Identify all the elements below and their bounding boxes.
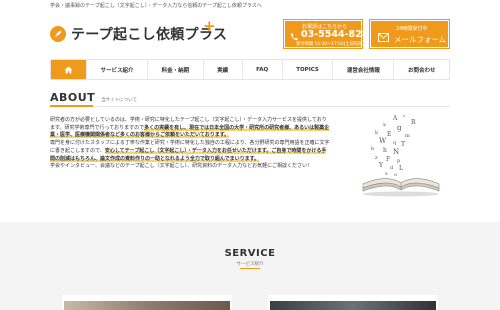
- about-highlight-3: 論文作成の資料作りの一助となれるよう全力で取り組んでまいります。: [100, 155, 260, 162]
- site-logo[interactable]: テープ起こし依頼プラス +: [50, 19, 227, 44]
- svg-text:E: E: [387, 131, 391, 138]
- service-card-2[interactable]: [268, 295, 438, 310]
- svg-text:q: q: [393, 140, 397, 146]
- service-accent-line: [240, 268, 260, 269]
- nav-home[interactable]: [51, 60, 87, 79]
- svg-text:Y: Y: [378, 162, 384, 169]
- svg-text:A: A: [392, 115, 398, 122]
- mail-label: 24時間受付中: [396, 26, 428, 32]
- svg-text:k: k: [375, 130, 379, 136]
- svg-text:x: x: [383, 122, 386, 128]
- nav-service[interactable]: サービス紹介: [87, 60, 149, 79]
- svg-text:p: p: [397, 158, 400, 164]
- service-card-image-1: [64, 301, 230, 310]
- svg-text:R: R: [411, 119, 416, 126]
- svg-text:z: z: [375, 155, 378, 161]
- nav-topics[interactable]: TOPICS: [283, 60, 334, 79]
- svg-text:N: N: [393, 148, 399, 156]
- book-illustration: A c x R g k E m W q T b h N z F p Y d L …: [362, 113, 440, 197]
- svg-text:g: g: [397, 124, 402, 132]
- about-paragraph-1: 研究者の方が必要としているのは、学術・研究に特化したテープ起こし（文字起こし）・…: [50, 117, 330, 139]
- main-nav: サービス紹介 料金・納期 実績 FAQ TOPICS 運営会社情報 お問合わせ: [50, 59, 450, 80]
- pen-icon: [50, 26, 66, 42]
- about-divider: [50, 106, 450, 107]
- about-subtitle: 当サイトについて: [101, 98, 138, 103]
- about-paragraph-3: 学会やインタビュー、会議などのテープ起こし（文字起こし）、研究資料のデータ入力な…: [50, 163, 313, 170]
- about-body: 研究者の方が必要としているのは、学術・研究に特化したテープ起こし（文字起こし）・…: [50, 117, 330, 171]
- svg-text:m: m: [405, 133, 410, 139]
- service-card-image-2: [270, 301, 436, 310]
- about-paragraph-2: 専門を身に付けたスタッフによる丁寧な作業と研究・学術に特化した独自の工程により、…: [50, 140, 330, 162]
- svg-text:L: L: [399, 165, 403, 172]
- nav-results[interactable]: 実績: [204, 60, 243, 79]
- site-tagline: 学会・議事録のテープ起こし（文字起こし）・データ入力なら信頼のテープ起こし依頼プ…: [50, 3, 262, 9]
- mail-form-button[interactable]: 24時間受付中 メールフォーム: [369, 19, 450, 49]
- svg-text:s: s: [385, 171, 388, 177]
- about-heading: ABOUT 当サイトについて: [50, 91, 137, 104]
- svg-text:d: d: [390, 165, 394, 171]
- nav-pricing[interactable]: 料金・納期: [148, 60, 204, 79]
- home-icon: [64, 66, 73, 73]
- service-title: SERVICE: [224, 248, 276, 259]
- svg-text:h: h: [383, 147, 387, 154]
- svg-text:F: F: [386, 156, 390, 163]
- mail-icon: [378, 33, 389, 42]
- svg-text:T: T: [401, 141, 405, 148]
- nav-company[interactable]: 運営会社情報: [333, 60, 395, 79]
- service-card-1[interactable]: [62, 295, 232, 310]
- svg-text:c: c: [403, 113, 406, 118]
- nav-contact[interactable]: お問合わせ: [394, 60, 449, 79]
- service-subtitle: サービス紹介: [236, 262, 264, 267]
- svg-text:W: W: [379, 137, 387, 145]
- logo-plus-mark: +: [203, 17, 216, 35]
- mail-form-text: メールフォーム: [394, 35, 447, 44]
- top-bar: 学会・議事録のテープ起こし（文字起こし）・データ入力なら信頼のテープ起こし依頼プ…: [0, 0, 500, 12]
- business-hours: 受付時間 10:30～17:00(土日祝除): [296, 42, 365, 47]
- svg-text:b: b: [371, 146, 374, 152]
- svg-text:o: o: [394, 172, 397, 178]
- about-title: ABOUT: [50, 91, 96, 104]
- about-divider-accent: [50, 105, 93, 107]
- phone-number: 03-5544-8280: [301, 29, 375, 40]
- nav-faq[interactable]: FAQ: [243, 60, 283, 79]
- phone-contact-box[interactable]: お電話はこちらから 03-5544-8280 受付時間 10:30～17:00(…: [283, 19, 375, 49]
